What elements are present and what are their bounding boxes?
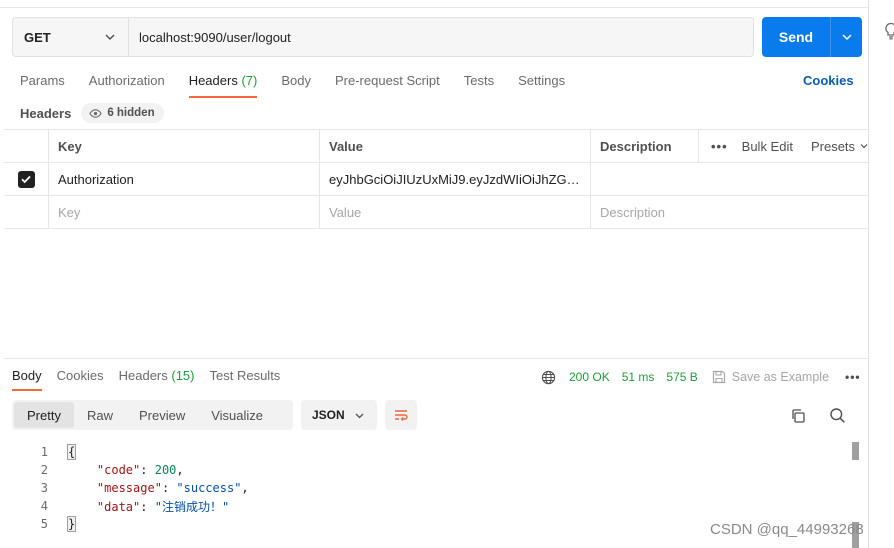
tab-headers[interactable]: Headers (7) (188, 72, 258, 98)
response-size[interactable]: 575 B (666, 370, 697, 384)
new-description-input[interactable]: Description (591, 196, 868, 228)
chevron-down-icon (841, 34, 852, 41)
headers-table: Key Value Description ••• Bulk Edit Pres… (4, 129, 868, 229)
resp-tab-test-results[interactable]: Test Results (210, 367, 281, 391)
cookies-link[interactable]: Cookies (803, 73, 854, 88)
response-divider[interactable] (4, 358, 868, 359)
table-header-row: Key Value Description ••• Bulk Edit Pres… (4, 130, 868, 163)
table-row: Authorization eyJhbGciOiJIUzUxMiJ9.eyJzd… (4, 163, 868, 196)
new-value-input[interactable]: Value (320, 196, 591, 228)
header-description-input[interactable] (591, 163, 868, 195)
scroll-thumb[interactable] (852, 442, 859, 460)
tab-tests[interactable]: Tests (464, 72, 494, 98)
json-number: 200 (154, 463, 177, 477)
checkmark-icon (21, 175, 31, 184)
json-string: "注销成功！" (154, 499, 230, 514)
header-value-input[interactable]: eyJhbGciOiJIUzUxMiJ9.eyJzdWIiOiJhZG1pb… (320, 163, 591, 195)
tab-params[interactable]: Params (20, 72, 65, 98)
right-sidebar-strip (868, 0, 894, 548)
row-check-cell (4, 163, 49, 195)
open-brace: { (66, 444, 77, 460)
table-row-empty: Key Value Description (4, 196, 868, 229)
column-key: Key (49, 130, 320, 162)
hidden-count: 6 hidden (107, 107, 155, 119)
method-label: GET (24, 29, 51, 45)
line-number: 2 (40, 463, 48, 477)
close-brace: } (66, 516, 77, 532)
chevron-down-icon (105, 34, 115, 40)
headers-count: (7) (241, 73, 258, 88)
presets-dropdown[interactable]: Presets (811, 139, 868, 154)
format-label: JSON (312, 408, 345, 422)
save-as-example-button[interactable]: Save as Example (712, 370, 829, 384)
chevron-down-icon (860, 144, 868, 149)
code-line: 3 "message": "success", (0, 479, 868, 497)
wrap-lines-button[interactable] (385, 400, 417, 430)
send-options-toggle[interactable] (831, 31, 862, 43)
header-key-input[interactable]: Authorization (49, 163, 320, 195)
response-meta: 200 OK 51 ms 575 B Save as Example ••• (541, 368, 861, 386)
code-line: 2 "code": 200, (0, 461, 868, 479)
line-number: 3 (40, 481, 48, 495)
view-pretty[interactable]: Pretty (14, 402, 74, 428)
code-line: 4 "data": "注销成功！" (0, 497, 868, 515)
row-check-cell (4, 196, 49, 228)
chevron-down-icon (355, 413, 364, 418)
view-preview[interactable]: Preview (126, 402, 198, 428)
json-key: "message" (96, 481, 162, 495)
enable-checkbox[interactable] (17, 170, 35, 188)
resp-tab-headers[interactable]: Headers (15) (119, 367, 195, 391)
json-string: "success" (176, 481, 242, 495)
url-bar: GET (12, 17, 754, 57)
url-input[interactable] (129, 18, 753, 56)
hidden-headers-toggle[interactable]: 6 hidden (81, 103, 164, 123)
tab-body[interactable]: Body (281, 72, 311, 98)
tab-settings[interactable]: Settings (518, 72, 565, 98)
column-value: Value (320, 130, 591, 162)
send-label: Send (778, 29, 814, 45)
header-check-cell (4, 130, 49, 162)
tab-pre-request-script[interactable]: Pre-request Script (335, 72, 440, 98)
line-number: 4 (40, 499, 48, 513)
line-number: 1 (40, 445, 48, 459)
resp-tab-cookies[interactable]: Cookies (57, 367, 104, 391)
response-body-editor[interactable]: 1 { 2 "code": 200, 3 "message": "success… (0, 443, 868, 533)
headers-subheader: Headers 6 hidden (20, 103, 164, 123)
request-tabs: Params Authorization Headers (7) Body Pr… (20, 72, 589, 98)
line-number: 5 (40, 517, 48, 531)
more-options-icon[interactable]: ••• (711, 139, 728, 154)
response-tabs: Body Cookies Headers (15) Test Results (12, 367, 295, 391)
headers-section-label: Headers (20, 105, 72, 121)
more-options-icon[interactable]: ••• (845, 370, 861, 384)
column-description: Description (591, 130, 699, 162)
search-icon[interactable] (829, 407, 846, 424)
json-key: "code" (96, 463, 141, 477)
bulk-edit-button[interactable]: Bulk Edit (742, 139, 793, 154)
response-time[interactable]: 51 ms (622, 370, 655, 384)
tab-authorization[interactable]: Authorization (89, 72, 165, 98)
send-button[interactable]: Send (762, 17, 862, 57)
table-actions: ••• Bulk Edit Presets (699, 130, 868, 162)
status-code[interactable]: 200 OK (569, 370, 610, 384)
method-select[interactable]: GET (13, 18, 129, 56)
code-line: 1 { (0, 443, 868, 461)
view-mode-selector: Pretty Raw Preview Visualize (12, 400, 293, 430)
resp-headers-count: (15) (171, 368, 195, 383)
json-key: "data" (96, 499, 141, 514)
resp-tab-body[interactable]: Body (12, 367, 42, 391)
view-visualize[interactable]: Visualize (198, 402, 276, 428)
view-raw[interactable]: Raw (74, 402, 126, 428)
new-key-input[interactable]: Key (49, 196, 320, 228)
copy-icon[interactable] (790, 408, 806, 424)
save-icon (712, 370, 725, 384)
eye-icon (89, 108, 103, 118)
top-border (0, 0, 868, 8)
format-dropdown[interactable]: JSON (301, 400, 377, 430)
globe-icon[interactable] (541, 370, 556, 385)
lightbulb-icon[interactable] (884, 22, 894, 40)
watermark: CSDN @qq_44993268 (710, 521, 864, 538)
wrap-lines-icon (395, 410, 408, 421)
